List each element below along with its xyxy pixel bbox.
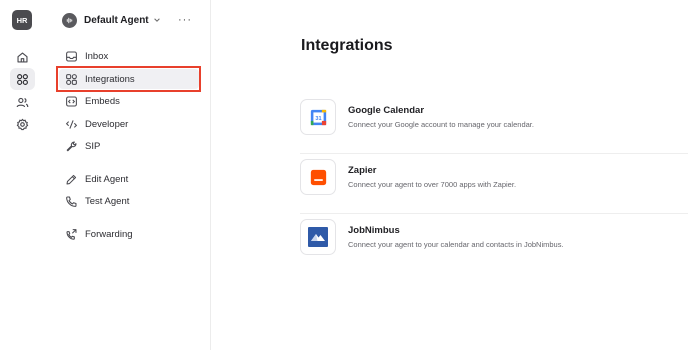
- sidebar-item-label: Integrations: [85, 73, 135, 85]
- integration-description: Connect your Google account to manage yo…: [348, 120, 534, 129]
- sidebar-item-label: Inbox: [85, 50, 109, 62]
- sidebar-item-label: SIP: [85, 140, 101, 152]
- sidebar-item-embeds[interactable]: Embeds: [59, 91, 199, 111]
- integration-zapier[interactable]: Zapier Connect your agent to over 7000 a…: [300, 156, 688, 214]
- google-calendar-logo: 31: [300, 99, 336, 135]
- sidebar-item-label: Test Agent: [85, 195, 130, 207]
- integration-jobnimbus[interactable]: JobNimbus Connect your agent to your cal…: [300, 216, 688, 274]
- page-title: Integrations: [301, 37, 393, 54]
- sidebar-item-label: Embeds: [85, 95, 120, 107]
- integration-name: JobNimbus: [348, 225, 400, 236]
- integration-google-calendar[interactable]: 31 Google Calendar Connect your Google a…: [300, 96, 688, 154]
- sidebar-item-inbox[interactable]: Inbox: [59, 46, 199, 66]
- rail-home-button[interactable]: [10, 46, 35, 68]
- sidebar-item-developer[interactable]: Developer: [59, 114, 199, 134]
- sidebar-item-integrations[interactable]: Integrations: [59, 69, 199, 89]
- rail-apps-button[interactable]: [10, 68, 35, 90]
- integrations-icon: [65, 73, 78, 86]
- sidebar-item-test-agent[interactable]: Test Agent: [59, 191, 199, 211]
- integration-name: Zapier: [348, 165, 377, 176]
- pencil-icon: [65, 173, 78, 186]
- sidebar-item-sip[interactable]: SIP: [59, 136, 199, 156]
- icon-rail: HR: [0, 0, 46, 350]
- zapier-logo: [300, 159, 336, 195]
- sidebar-item-label: Developer: [85, 118, 129, 130]
- home-icon: [17, 51, 28, 63]
- embed-icon: [65, 95, 78, 108]
- jobnimbus-logo: [300, 219, 336, 255]
- sidebar-item-label: Forwarding: [85, 228, 133, 240]
- main-content: Integrations 31 Google Calendar Connect …: [211, 0, 688, 350]
- wrench-icon: [65, 140, 78, 153]
- sidebar-item-edit-agent[interactable]: Edit Agent: [59, 169, 199, 189]
- sidebar: Default Agent ··· Inbox Integrations Emb…: [45, 0, 211, 350]
- code-icon: [65, 118, 78, 131]
- avatar[interactable]: HR: [12, 10, 32, 30]
- chevron-down-icon: [153, 18, 160, 22]
- integration-description: Connect your agent to over 7000 apps wit…: [348, 180, 517, 189]
- integration-description: Connect your agent to your calendar and …: [348, 240, 564, 249]
- rail-settings-button[interactable]: [10, 113, 35, 135]
- integration-name: Google Calendar: [348, 105, 425, 116]
- agent-switcher[interactable]: Default Agent ···: [62, 10, 198, 30]
- agent-voice-icon: [62, 12, 77, 28]
- more-options-button[interactable]: ···: [178, 13, 192, 27]
- phone-forward-icon: [65, 228, 78, 241]
- rail-users-button[interactable]: [10, 91, 35, 113]
- sidebar-item-label: Edit Agent: [85, 173, 129, 185]
- google-calendar-logo-text: 31: [315, 116, 321, 122]
- gear-icon: [16, 118, 29, 130]
- users-icon: [16, 97, 29, 107]
- apps-grid-icon: [17, 73, 28, 85]
- phone-icon: [65, 195, 78, 208]
- sidebar-item-forwarding[interactable]: Forwarding: [59, 224, 199, 244]
- agent-name: Default Agent: [84, 14, 149, 26]
- inbox-icon: [65, 50, 78, 63]
